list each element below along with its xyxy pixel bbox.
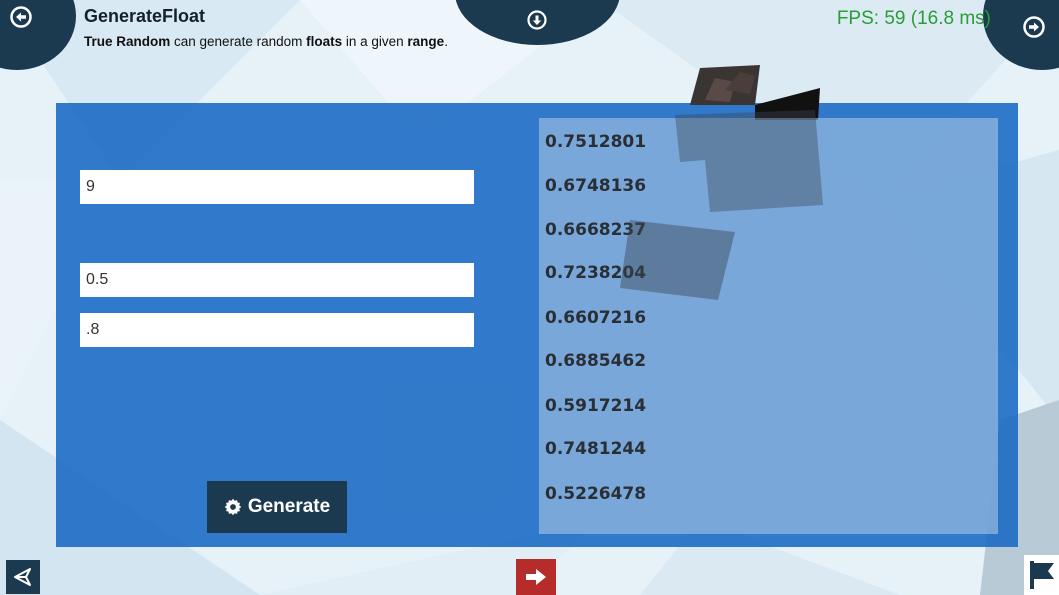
desc-bold-floats: floats <box>306 34 343 49</box>
flag-icon <box>1029 561 1054 589</box>
generate-button-label: Generate <box>247 496 331 517</box>
desc-bold-range: range <box>407 34 445 49</box>
arrow-left-circle-icon <box>10 6 32 28</box>
exit-button[interactable] <box>516 559 556 595</box>
result-item: 0.5917214 <box>545 396 647 416</box>
generate-button[interactable]: Generate <box>207 481 347 533</box>
fps-counter: FPS: 59 (16.8 ms) <box>836 8 991 29</box>
arrow-right-circle-icon <box>1023 16 1045 38</box>
desc-text-2: in a given <box>342 34 408 49</box>
result-item: 0.7512801 <box>545 132 647 152</box>
result-item: 0.6885462 <box>545 351 647 371</box>
arrow-down-circle-icon <box>527 10 547 30</box>
unity-logo-icon <box>14 568 31 586</box>
result-item: 0.7481244 <box>545 439 647 459</box>
max-input[interactable]: .8 <box>80 313 474 347</box>
flag-button[interactable] <box>1024 555 1059 595</box>
cube-decoration-upper <box>675 110 823 212</box>
unity-button[interactable] <box>6 560 40 594</box>
desc-text-1: can generate random <box>170 34 307 49</box>
page-title: GenerateFloat <box>84 6 206 26</box>
min-input[interactable]: 0.5 <box>80 263 474 297</box>
result-item: 0.5226478 <box>545 484 647 504</box>
exit-icon <box>526 569 546 585</box>
result-item: 0.6748136 <box>545 176 647 196</box>
header: GenerateFloat True Random can generate r… <box>84 6 464 50</box>
cube-decoration-mid <box>620 220 735 300</box>
gear-icon <box>224 498 242 516</box>
result-item: 0.6607216 <box>545 308 647 328</box>
count-input[interactable]: 9 <box>80 170 474 204</box>
page-description: True Random can generate random floats i… <box>84 33 464 50</box>
desc-bold-true-random: True Random <box>84 34 171 49</box>
desc-text-3: . <box>444 34 448 49</box>
